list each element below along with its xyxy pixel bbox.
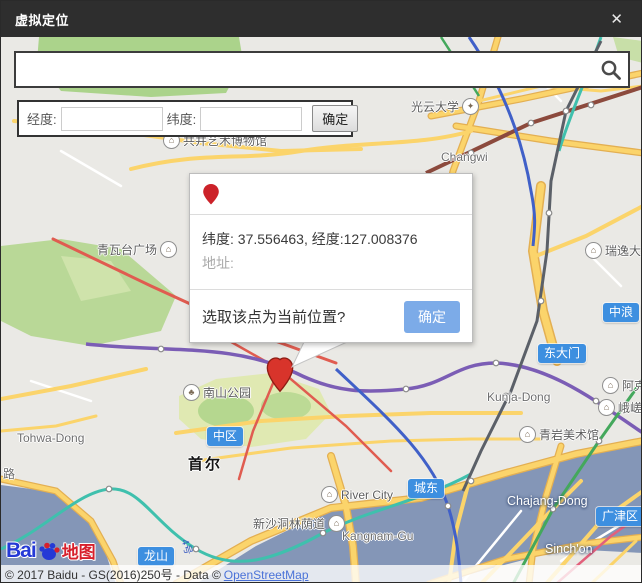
museum-icon: ⌂ bbox=[519, 426, 536, 443]
map-label-place: 路 bbox=[3, 465, 15, 482]
coordinate-confirm-button[interactable]: 确定 bbox=[312, 105, 358, 132]
openstreetmap-link[interactable]: OpenStreetMap bbox=[224, 568, 309, 582]
map-label-water: Sinch'on bbox=[545, 542, 593, 556]
map-label-poi[interactable]: ⌂峨嵯山 bbox=[598, 399, 642, 416]
museum-icon: ⌂ bbox=[321, 486, 338, 503]
map-label-poi[interactable]: ♣南山公园 bbox=[183, 384, 251, 401]
map-label-place: Tohwa-Dong bbox=[17, 431, 84, 445]
map-label-text: Kangnam-Gu bbox=[342, 529, 413, 543]
virtual-location-window: 光云大学✦Changwi⌂共井艺术博物馆⌂瑞逸大学青瓦台广场⌂♣南山公园Kunj… bbox=[0, 0, 642, 583]
longitude-label: 经度: bbox=[27, 109, 57, 128]
map-label-text: 阿克 bbox=[622, 377, 642, 394]
attribution-text: © 2017 Baidu - GS(2016)250号 - Data © bbox=[5, 566, 221, 583]
popup-coordinates-text: 纬度: 37.556463, 经度:127.008376 bbox=[202, 229, 460, 249]
map-label-poi[interactable]: ⌂瑞逸大学 bbox=[585, 242, 642, 259]
map-label-poi[interactable]: 新沙洞林荫道⌂ bbox=[253, 515, 345, 532]
map-label-water: Chajang-Dong bbox=[507, 494, 588, 508]
map-label-place: Kangnam-Gu bbox=[342, 529, 413, 543]
map-label-poi[interactable]: ⌂River City bbox=[321, 486, 393, 503]
university-icon: ✦ bbox=[462, 98, 479, 115]
latitude-input[interactable] bbox=[200, 107, 302, 131]
latitude-label: 纬度: bbox=[167, 109, 197, 128]
baidu-maps-logo: Bai 地图 bbox=[6, 538, 96, 563]
map-label-text: 首尔 bbox=[188, 453, 222, 474]
map-label-text: 青瓦台广场 bbox=[97, 241, 157, 258]
map-label-text: 瑞逸大学 bbox=[605, 242, 642, 259]
location-info-popup: 纬度: 37.556463, 经度:127.008376 地址: 选取该点为当前… bbox=[189, 173, 473, 343]
window-title: 虚拟定位 bbox=[15, 10, 69, 29]
map-label-text: 光云大学 bbox=[411, 98, 459, 115]
red-pin-icon bbox=[202, 183, 220, 206]
map-marker-pin[interactable] bbox=[264, 355, 296, 393]
popup-header bbox=[190, 174, 472, 215]
map-label-city: 首尔 bbox=[188, 453, 222, 474]
map-label-text: River City bbox=[341, 488, 393, 502]
park-icon: ♣ bbox=[183, 384, 200, 401]
map-label-text: 青岩美术馆 bbox=[539, 426, 599, 443]
map-label-text: Sinch'on bbox=[545, 542, 593, 556]
map-attribution: © 2017 Baidu - GS(2016)250号 - Data © Ope… bbox=[1, 565, 642, 583]
title-bar: 虚拟定位 ✕ bbox=[1, 1, 642, 37]
coordinate-panel: 经度: 纬度: 确定 bbox=[17, 100, 353, 137]
museum-icon: ⌂ bbox=[598, 399, 615, 416]
museum-icon: ⌂ bbox=[585, 242, 602, 259]
map-label-poi[interactable]: 光云大学✦ bbox=[411, 98, 479, 115]
map-label-poi[interactable]: ⌂阿克 bbox=[602, 377, 642, 394]
map-label-place: Kunja-Dong bbox=[487, 390, 550, 404]
map-label-place: Changwi bbox=[441, 150, 488, 164]
map-label-poi[interactable]: 青瓦台广场⌂ bbox=[97, 241, 177, 258]
map-label-text: Kunja-Dong bbox=[487, 390, 550, 404]
popup-body: 纬度: 37.556463, 经度:127.008376 地址: bbox=[190, 215, 472, 289]
map-label-text: 新沙洞林荫道 bbox=[253, 515, 325, 532]
popup-question-text: 选取该点为当前位置? bbox=[202, 306, 345, 327]
search-icon[interactable] bbox=[594, 56, 628, 84]
map-label-text: 峨嵯山 bbox=[618, 399, 642, 416]
map-label-text: 路 bbox=[3, 465, 15, 482]
popup-confirm-button[interactable]: 确定 bbox=[404, 301, 460, 333]
map-label-text: 南山公园 bbox=[203, 384, 251, 401]
map-label-text: Tohwa-Dong bbox=[17, 431, 84, 445]
baidu-logo-ditu: 地图 bbox=[62, 538, 96, 563]
search-input[interactable] bbox=[16, 53, 594, 86]
museum-icon: ⌂ bbox=[602, 377, 619, 394]
museum-icon: ⌂ bbox=[160, 241, 177, 258]
baidu-paw-icon bbox=[37, 539, 61, 563]
close-icon[interactable]: ✕ bbox=[604, 8, 629, 31]
search-box bbox=[14, 51, 630, 88]
map-label-text: Changwi bbox=[441, 150, 488, 164]
map-label-poi[interactable]: ⌂青岩美术馆 bbox=[519, 426, 599, 443]
map-label-text: Chajang-Dong bbox=[507, 494, 588, 508]
baidu-logo-bai: Bai bbox=[6, 539, 36, 563]
longitude-input[interactable] bbox=[61, 107, 163, 131]
popup-footer: 选取该点为当前位置? 确定 bbox=[190, 289, 472, 343]
popup-address-label: 地址: bbox=[202, 253, 460, 273]
